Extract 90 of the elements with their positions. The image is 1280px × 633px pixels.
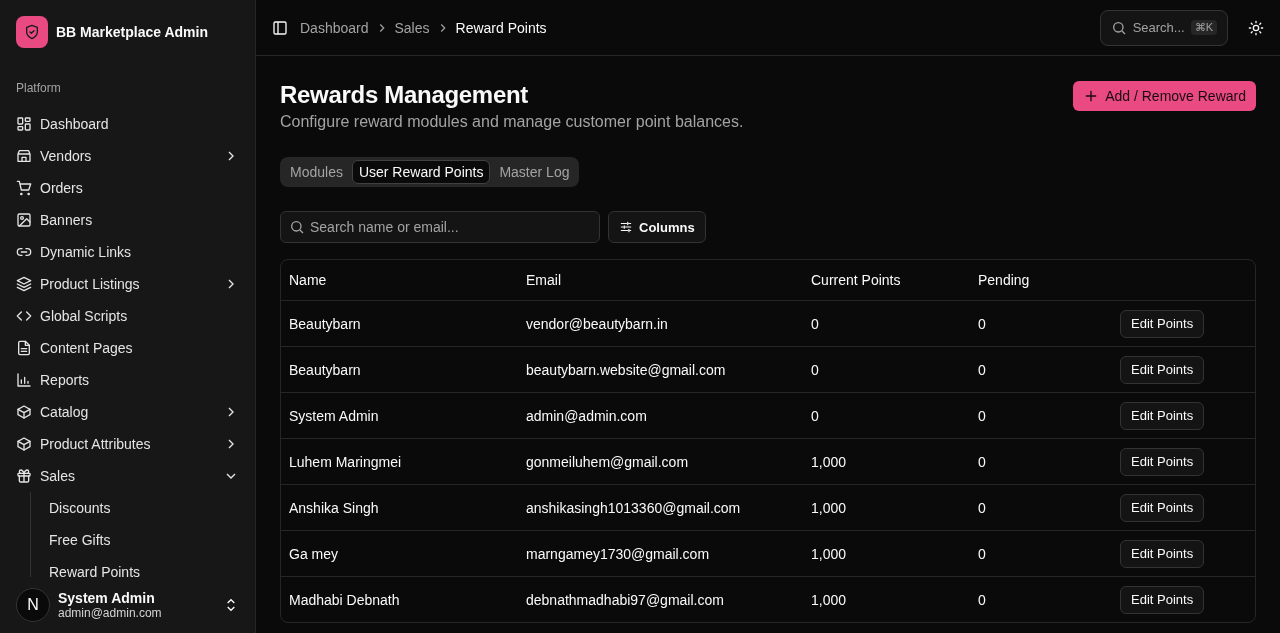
sidebar-item[interactable]: Catalog — [8, 396, 247, 428]
shortcut-key: ⌘K — [1190, 20, 1217, 35]
tab[interactable]: Master Log — [492, 160, 577, 184]
tab[interactable]: User Reward Points — [351, 160, 491, 184]
box-icon — [16, 436, 32, 452]
submenu-item[interactable]: Free Gifts — [41, 524, 247, 556]
dashboard-icon — [16, 116, 32, 132]
search-button[interactable]: Search... ⌘K — [1099, 9, 1228, 46]
columns-button[interactable]: Columns — [608, 211, 706, 243]
sidebar-item[interactable]: Product Attributes — [8, 428, 247, 460]
cart-icon — [16, 180, 32, 196]
table-cell-text: 1,000 — [810, 591, 848, 608]
table-cell-text: Beautybarn — [288, 315, 362, 332]
table-cell-text: 0 — [977, 407, 987, 424]
table-cell-text: marngamey1730@gmail.com — [525, 545, 711, 562]
sun-icon[interactable] — [1248, 19, 1264, 36]
box-icon — [16, 404, 32, 420]
sidebar-item[interactable]: Dynamic Links — [8, 236, 247, 268]
user-email: admin@admin.com — [58, 606, 163, 620]
table-cell-text: anshikasingh1013360@gmail.com — [525, 499, 742, 516]
sidebar-item[interactable]: Dashboard — [8, 108, 247, 140]
sidebar-item[interactable]: Orders — [8, 172, 247, 204]
table-cell-text: 1,000 — [810, 545, 848, 562]
sidebar-item[interactable]: Reports — [8, 364, 247, 396]
column-header: Pending — [977, 272, 1031, 288]
table-cell-text: 0 — [977, 545, 987, 562]
table-cell-text: beautybarn.website@gmail.com — [525, 361, 727, 378]
breadcrumb-link[interactable]: Reward Points — [455, 19, 547, 36]
edit-points-button[interactable]: Edit Points — [1120, 309, 1205, 338]
table-cell-text: debnathmadhabi97@gmail.com — [525, 591, 725, 608]
sidebar-item[interactable]: Global Scripts — [8, 300, 247, 332]
table-cell-text: 0 — [810, 361, 820, 378]
tab[interactable]: Modules — [283, 160, 350, 184]
sidebar-item[interactable]: Product Listings — [8, 268, 247, 300]
gift-icon — [16, 468, 32, 484]
sidebar-item[interactable]: Content Pages — [8, 332, 247, 364]
table-cell-text: Madhabi Debnath — [288, 591, 401, 608]
table-cell-text: 0 — [810, 315, 820, 332]
table-cell-text: admin@admin.com — [525, 407, 648, 424]
search-placeholder: Search... — [1132, 20, 1185, 35]
table-cell-text: 0 — [977, 453, 987, 470]
add-reward-button[interactable]: Add / Remove Reward — [1073, 81, 1256, 111]
table-cell-text: gonmeiluhem@gmail.com — [525, 453, 690, 470]
page-title: Rewards Management — [280, 81, 529, 109]
submenu-item[interactable]: Discounts — [41, 492, 247, 524]
breadcrumb-link[interactable]: Dashboard — [300, 19, 369, 36]
sidebar-item[interactable]: Sales — [8, 460, 247, 492]
document-icon — [16, 340, 32, 356]
table-cell-text: 0 — [977, 591, 987, 608]
column-header: Email — [525, 272, 562, 288]
avatar: N — [16, 588, 50, 622]
table-cell-text: System Admin — [288, 407, 380, 424]
search-icon — [289, 219, 305, 235]
code-icon — [16, 308, 32, 324]
search-field[interactable]: Search name or email... — [280, 211, 600, 243]
table-cell-text: Luhem Maringmei — [288, 453, 403, 470]
table-cell-text: Anshika Singh — [288, 499, 380, 516]
sidebar-item[interactable]: Banners — [8, 204, 247, 236]
edit-points-button[interactable]: Edit Points — [1120, 401, 1205, 430]
submenu-item[interactable]: Reward Points — [41, 556, 247, 577]
edit-points-button[interactable]: Edit Points — [1120, 539, 1205, 568]
page-subtitle: Configure reward modules and manage customer point balances. — [280, 113, 744, 131]
table-cell-text: Beautybarn — [288, 361, 362, 378]
sidebar-toggle-icon[interactable] — [272, 19, 288, 36]
section-label: Platform — [15, 80, 62, 97]
app-name: BB Marketplace Admin — [56, 24, 208, 40]
layers-icon — [16, 276, 32, 292]
user-name: System Admin — [58, 590, 156, 606]
table-cell-text: 1,000 — [810, 453, 848, 470]
logo-icon — [16, 16, 48, 48]
edit-points-button[interactable]: Edit Points — [1120, 355, 1205, 384]
breadcrumb-link[interactable]: Sales — [394, 19, 430, 36]
table-cell-text: 0 — [810, 407, 820, 424]
image-icon — [16, 212, 32, 228]
table-cell-text: Ga mey — [288, 545, 339, 562]
edit-points-button[interactable]: Edit Points — [1120, 447, 1205, 476]
table-cell-text: 0 — [977, 315, 987, 332]
edit-points-button[interactable]: Edit Points — [1120, 493, 1205, 522]
sliders-icon — [619, 220, 633, 234]
bar-chart-icon — [16, 372, 32, 388]
table-cell-text: 0 — [977, 499, 987, 516]
edit-points-button[interactable]: Edit Points — [1120, 585, 1205, 614]
column-header: Name — [288, 272, 328, 288]
column-header: Current Points — [810, 272, 902, 288]
search-icon — [1110, 19, 1127, 36]
table-cell-text: vendor@beautybarn.in — [525, 315, 669, 332]
table-cell-text: 1,000 — [810, 499, 848, 516]
store-icon — [16, 148, 32, 164]
sidebar-item[interactable]: Vendors — [8, 140, 247, 172]
table-cell-text: 0 — [977, 361, 987, 378]
